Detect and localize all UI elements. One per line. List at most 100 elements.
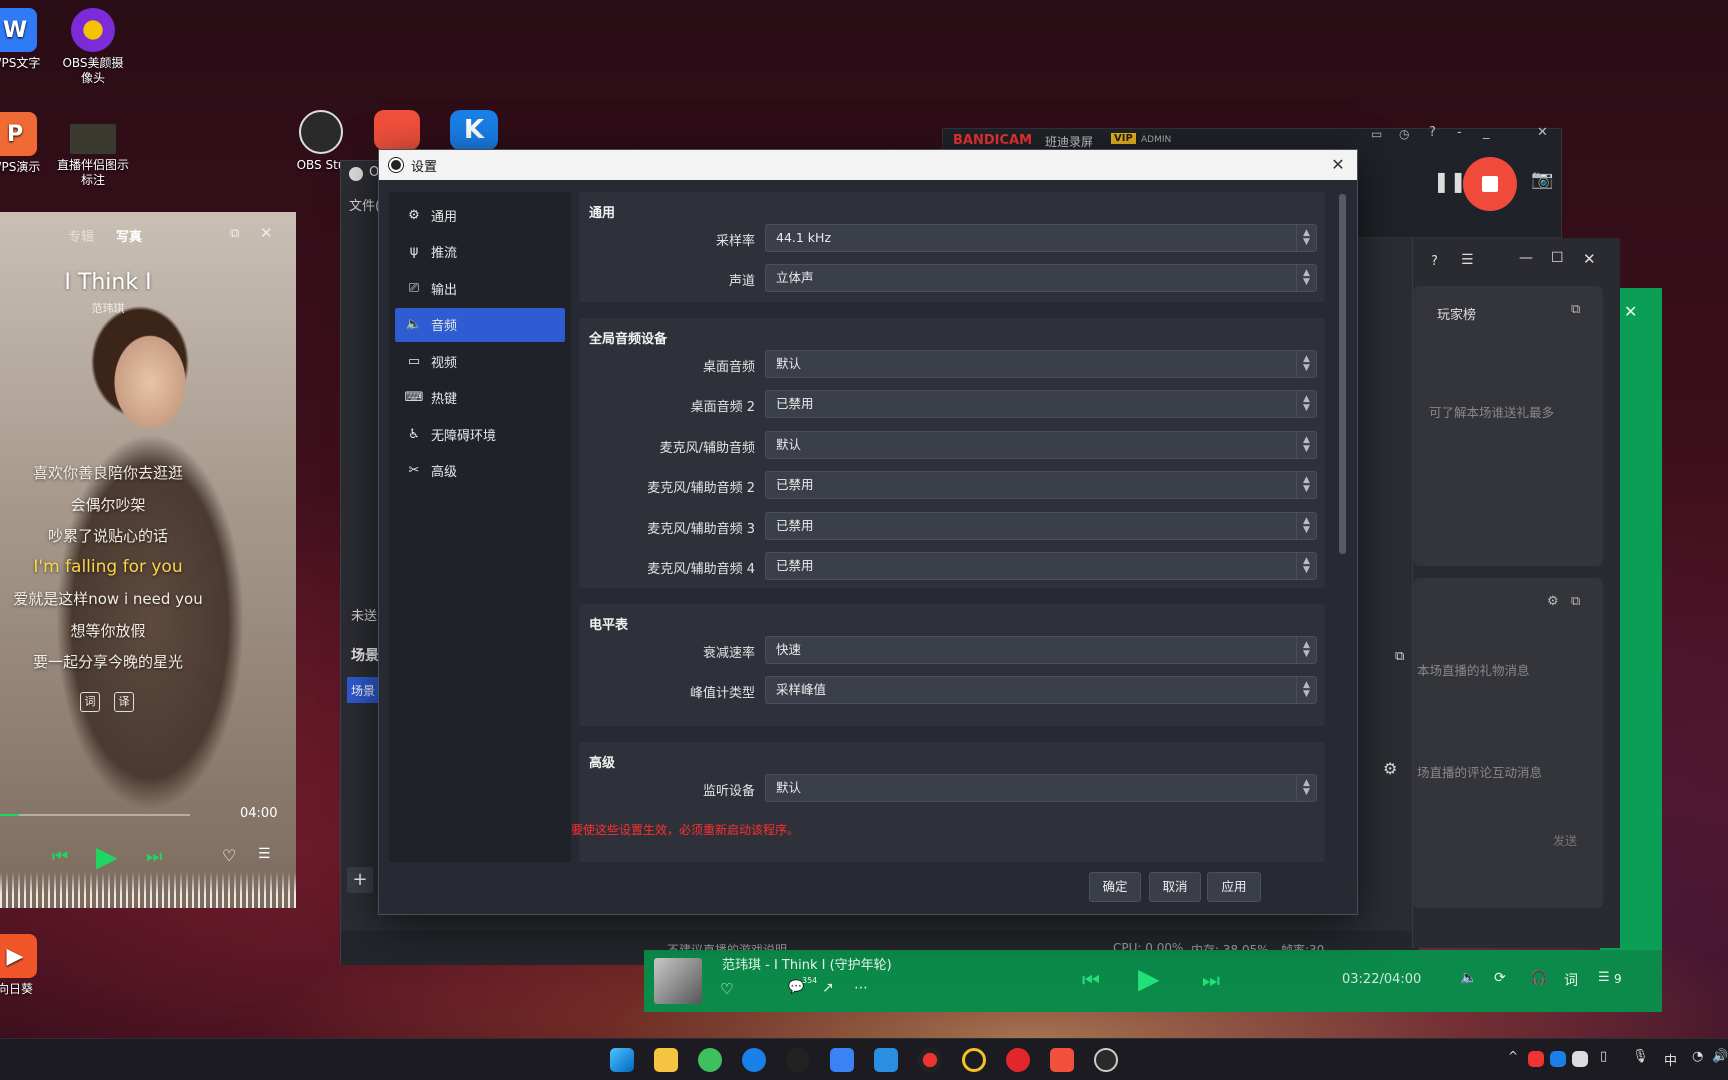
folder-icon[interactable]: ▭ <box>1371 127 1382 141</box>
sidebar-item-monitor[interactable]: ▭ 视频 <box>395 344 565 378</box>
settings-icon[interactable]: ⚙ <box>1547 594 1559 609</box>
menu-icon[interactable]: ☰ <box>1461 252 1474 268</box>
obs-dock-icon[interactable]: ⧉ <box>1395 649 1404 664</box>
lyric-toggle-button[interactable]: 词 <box>80 692 100 712</box>
file-explorer-icon[interactable] <box>654 1048 678 1072</box>
minimize-icon[interactable]: — <box>1519 250 1533 266</box>
sidebar-item-tools[interactable]: ✂ 高级 <box>395 454 565 488</box>
device-select[interactable]: 已禁用 ▲ ▼ <box>765 390 1317 419</box>
heart-icon[interactable]: ♡ <box>720 980 733 998</box>
play-icon[interactable]: ▶ <box>1138 962 1160 995</box>
tray-app-icon[interactable] <box>1528 1051 1544 1067</box>
obs-add-scene-button[interactable]: + <box>347 867 373 893</box>
headphone-icon[interactable]: 🎧 <box>1530 970 1547 986</box>
cancel-button[interactable]: 取消 <box>1149 872 1201 902</box>
maximize-icon[interactable]: ☐ <box>1551 250 1564 266</box>
minimize-icon[interactable]: _ <box>1483 125 1490 140</box>
lyric-toggle[interactable]: 词 <box>1564 970 1578 990</box>
popout-icon[interactable]: ⧉ <box>1571 594 1580 609</box>
next-icon[interactable]: ⏭ <box>1202 968 1220 992</box>
minimize-small-icon[interactable]: - <box>1457 125 1462 140</box>
store-icon[interactable] <box>830 1048 854 1072</box>
obs-menu-file[interactable]: 文件( <box>349 195 380 214</box>
scrollbar-thumb[interactable] <box>1339 194 1346 554</box>
prev-icon[interactable]: ⏮ <box>52 846 68 867</box>
sidebar-item-accessibility[interactable]: ♿ 无障碍环境 <box>395 417 565 451</box>
clock-icon[interactable]: ◷ <box>1399 127 1409 141</box>
channels-select[interactable]: 立体声 ▲ ▼ <box>765 264 1317 292</box>
desktop-icon-sunflower[interactable]: ▶ 向日葵 <box>0 934 60 997</box>
monitor-device-select[interactable]: 默认 ▲ ▼ <box>765 774 1317 802</box>
play-icon[interactable]: ▶ <box>96 840 118 873</box>
apply-button[interactable]: 应用 <box>1207 872 1261 902</box>
close-icon[interactable]: ✕ <box>1327 154 1349 176</box>
browser-icon[interactable] <box>698 1048 722 1072</box>
qq-icon[interactable] <box>786 1048 810 1072</box>
heart-icon[interactable]: ♡ <box>222 846 236 865</box>
decay-rate-select[interactable]: 快速 ▲ ▼ <box>765 636 1317 664</box>
battery-icon[interactable]: ▯ <box>1600 1049 1607 1064</box>
video-editor-icon[interactable] <box>1050 1048 1074 1072</box>
desktop-icon-obs-beauty[interactable]: OBS美颜摄 像头 <box>48 8 138 86</box>
stop-icon <box>1482 176 1498 192</box>
desktop-icon-kugou[interactable]: K <box>450 110 498 150</box>
device-select[interactable]: 默认 ▲ ▼ <box>765 430 1317 459</box>
camera-icon[interactable]: 📷 <box>1531 169 1553 190</box>
sample-rate-select[interactable]: 44.1 kHz ▲ ▼ <box>765 224 1317 252</box>
sidebar-item-antenna[interactable]: ψ 推流 <box>395 235 565 269</box>
tab-photo[interactable]: 写真 <box>116 226 142 245</box>
settings-scrollbar[interactable] <box>1337 194 1347 854</box>
mini-mode-icon[interactable]: ⧉ <box>230 226 239 241</box>
device-select[interactable]: 已禁用 ▲ ▼ <box>765 511 1317 540</box>
network-icon[interactable]: ◔ <box>1692 1049 1703 1064</box>
playlist-icon[interactable]: ☰ <box>258 846 271 862</box>
ime-indicator[interactable]: 中 <box>1664 1050 1677 1069</box>
close-icon[interactable]: ✕ <box>1583 250 1596 268</box>
sidebar-item-gear[interactable]: ⚙ 通用 <box>395 198 565 232</box>
volume-icon[interactable]: 🔈 <box>1460 970 1477 986</box>
stop-record-button[interactable] <box>1463 157 1517 211</box>
obs-scene-item[interactable]: 场景 <box>347 677 379 703</box>
close-icon[interactable]: ✕ <box>1624 302 1637 321</box>
kugou-icon[interactable] <box>742 1048 766 1072</box>
tray-chevron-icon[interactable]: ^ <box>1508 1049 1518 1063</box>
close-icon[interactable]: ✕ <box>1537 125 1548 140</box>
obs-settings-gear-icon[interactable]: ⚙ <box>1383 759 1397 778</box>
device-select[interactable]: 已禁用 ▲ ▼ <box>765 552 1317 580</box>
record-icon[interactable] <box>918 1048 942 1072</box>
send-button[interactable]: 发送 <box>1553 832 1577 849</box>
sidebar-item-output[interactable]: ⎚ 输出 <box>395 271 565 305</box>
tray-camera-icon[interactable] <box>1572 1051 1588 1067</box>
help-icon[interactable]: ? <box>1429 125 1436 140</box>
device-select[interactable]: 默认 ▲ ▼ <box>765 350 1317 378</box>
help-icon[interactable]: ? <box>1431 254 1438 269</box>
more-icon[interactable]: ⋯ <box>854 980 868 996</box>
group-title: 通用 <box>589 206 616 221</box>
netease-music-icon[interactable] <box>1006 1048 1030 1072</box>
desktop-icon-live-annot[interactable]: 直播伴侣图示 标注 <box>48 124 138 188</box>
tray-kugou-icon[interactable] <box>1550 1051 1566 1067</box>
device-select[interactable]: 已禁用 ▲ ▼ <box>765 471 1317 500</box>
sidebar-item-speaker[interactable]: 🔈 音频 <box>395 307 565 342</box>
start-icon[interactable] <box>610 1048 634 1072</box>
peak-meter-select[interactable]: 采样峰值 ▲ ▼ <box>765 676 1317 704</box>
loop-icon[interactable]: ⟳ <box>1494 970 1506 986</box>
progress-track[interactable] <box>0 814 190 816</box>
tab-album[interactable]: 专辑 <box>68 226 94 245</box>
prev-icon[interactable]: ⏮ <box>1082 968 1100 992</box>
close-icon[interactable]: ✕ <box>260 224 273 242</box>
vscode-icon[interactable] <box>874 1048 898 1072</box>
sidebar-item-keyboard[interactable]: ⌨ 热键 <box>395 381 565 415</box>
translate-toggle-button[interactable]: 译 <box>114 692 134 712</box>
next-icon[interactable]: ⏭ <box>146 846 162 867</box>
share-icon[interactable]: ↗ <box>822 980 834 996</box>
obs-taskbar-icon[interactable] <box>1094 1048 1118 1072</box>
desktop-icon-video-editor[interactable] <box>374 110 420 150</box>
queue-icon[interactable]: ☰ <box>1598 970 1610 985</box>
ring-icon[interactable] <box>962 1048 986 1072</box>
pause-icon[interactable]: ❚❚ <box>1433 169 1467 193</box>
popout-icon[interactable]: ⧉ <box>1571 302 1580 317</box>
mic-icon[interactable]: 🎙 <box>1632 1049 1649 1064</box>
volume-icon[interactable]: 🔊 <box>1712 1049 1728 1064</box>
ok-button[interactable]: 确定 <box>1089 872 1141 902</box>
